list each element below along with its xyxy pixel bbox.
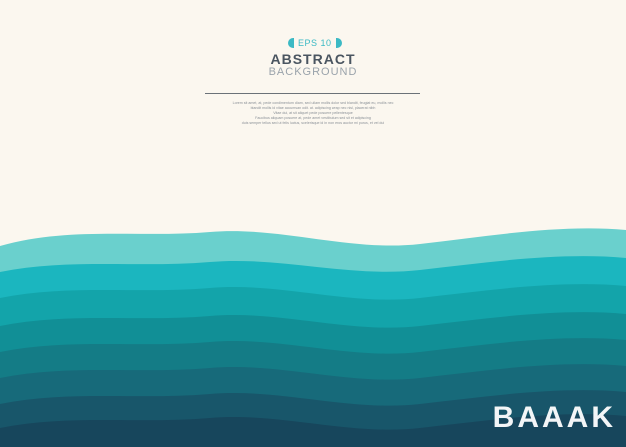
- body-line: duis semper tellus sed ut felis luctus, …: [241, 121, 385, 125]
- badge-left-cap-icon: [288, 38, 294, 48]
- page-subtitle: BACKGROUND: [268, 66, 358, 78]
- body-paragraph: Lorem sit amet, at, pede condimentum dia…: [200, 101, 426, 126]
- badge-right-cap-icon: [335, 38, 342, 48]
- abstract-background-canvas: EPS 10 ABSTRACT BACKGROUND Lorem sit ame…: [0, 0, 626, 447]
- eps-badge-label: EPS 10: [298, 38, 332, 48]
- page-title: ABSTRACT: [270, 51, 356, 67]
- watermark: BAAAK: [492, 401, 616, 434]
- divider: [205, 93, 420, 94]
- eps-badge: EPS 10: [288, 37, 342, 49]
